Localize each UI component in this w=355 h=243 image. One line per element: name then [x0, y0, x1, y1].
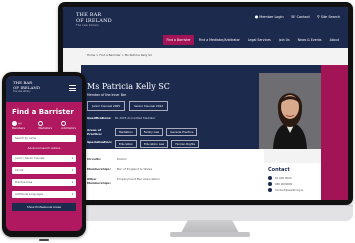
details-label: Other Memberships:: [87, 177, 111, 185]
counsel-pills: Junior Counsel 2005 Senior Counsel 2012: [87, 101, 169, 111]
select-label: Circuit: [15, 169, 24, 172]
nav-find-barrister[interactable]: Find a Barrister: [163, 35, 194, 45]
logo-sub: The Law Library: [76, 24, 99, 27]
select-languages[interactable]: Additional Languages ▾: [12, 191, 76, 198]
chevron-down-icon: ▾: [71, 181, 73, 184]
info-value: BL 2005 Accredited Mediator: [115, 116, 156, 120]
chevron-down-icon: ▾: [71, 193, 73, 196]
info-row-qualifications: Qualifications: BL 2005 Accredited Media…: [87, 116, 227, 128]
utility-nav: ●Member Login ☏Contact ⚲Site Search: [255, 14, 340, 19]
profile-details: Circuits: Dublin Memberships: Bar of Engla…: [81, 149, 264, 200]
qualification-text: BL 2005 Accredited Mediator: [115, 116, 156, 120]
site-search-link[interactable]: ⚲Site Search: [317, 14, 340, 19]
chevron-down-icon: ▾: [71, 169, 73, 172]
contact-phone-text: 01 000 0000: [275, 176, 292, 180]
info-label: Areas of Practice:: [87, 128, 102, 136]
details-row: Circuits: Dublin: [81, 157, 264, 167]
specialisation-tag[interactable]: Human Rights: [171, 140, 200, 148]
desktop-monitor: THE BAR OF IRELAND The Law Library ●Memb…: [58, 2, 353, 205]
pill-junior-counsel: Junior Counsel 2005: [87, 101, 126, 111]
site-header: THE BAR OF IRELAND The Law Library ●Memb…: [63, 7, 348, 48]
details-row: Other Memberships: Employment Bar Associa…: [81, 177, 264, 187]
select-practice-area[interactable]: Practice Area ▾: [12, 179, 76, 186]
contact-panel: Contact 01 000 0000 086 0000000 Contact@…: [264, 163, 321, 200]
practice-tag[interactable]: General Practice: [166, 128, 198, 136]
monitor-chin: [58, 205, 353, 221]
info-label: Qualifications:: [87, 116, 112, 120]
practice-tag[interactable]: Family Law: [139, 128, 164, 136]
chevron-down-icon: ▾: [71, 157, 73, 160]
nav-find-mediator[interactable]: Find a Mediator/Arbitrator: [196, 35, 243, 45]
mobile-screen: THE BAR OF IRELAND The Law Library Find …: [6, 76, 82, 231]
specialisation-tag[interactable]: Education Law: [139, 140, 169, 148]
nav-legal-services[interactable]: Legal Services: [245, 35, 274, 45]
details-value: Dublin: [117, 157, 127, 161]
search-input[interactable]: Search by name: [12, 135, 76, 142]
nav-about[interactable]: About: [327, 35, 342, 45]
phone-icon: [268, 176, 272, 180]
nav-join-us[interactable]: Join Us: [276, 35, 293, 45]
details-value: Employment Bar Association: [117, 177, 161, 181]
filter-label: Mediators: [38, 126, 53, 130]
info-row-areas: Areas of Practice: Mediation Family Law …: [87, 128, 227, 140]
site-logo[interactable]: THE BAR OF IRELAND The Law Library: [76, 12, 112, 28]
person-icon: ●: [254, 14, 259, 19]
barrister-name: Ms Patricia Kelly SC: [87, 82, 170, 91]
details-label: Circuits:: [87, 157, 102, 161]
search-icon: ⚲: [316, 14, 320, 19]
logo-sub: The Law Library: [13, 90, 31, 94]
advanced-search-toggle[interactable]: Advanced search options: [6, 147, 82, 150]
member-filter: All Members Mediators Arbitrators: [6, 116, 82, 130]
mobile-logo[interactable]: THE BAR OF IRELAND The Law Library: [13, 80, 40, 95]
profile-info: Qualifications: BL 2005 Accredited Media…: [87, 116, 227, 152]
site-search-label: Site Search: [320, 15, 340, 19]
breadcrumb[interactable]: Home > Find a Barrister > Ms Patricia Ke…: [87, 53, 152, 57]
desktop-screen: THE BAR OF IRELAND The Law Library ●Memb…: [63, 7, 348, 200]
specialisation-tag[interactable]: Education: [115, 140, 137, 148]
contact-link[interactable]: ☏Contact: [291, 14, 310, 19]
mobile-phone: THE BAR OF IRELAND The Law Library Find …: [2, 72, 86, 241]
monitor-foot: [170, 232, 250, 237]
info-value: Education Education Law Human Rights: [115, 140, 200, 148]
contact-email[interactable]: Contact@lawlibrary.ie: [264, 187, 321, 193]
search-placeholder: Search by name: [15, 137, 37, 140]
practice-tag[interactable]: Mediation: [115, 128, 137, 136]
contact-title: Contact: [268, 167, 290, 173]
details-row: Memberships: Bar of England & Wales: [81, 167, 264, 177]
nav-news-events[interactable]: News & Events: [295, 35, 325, 45]
main-nav: Find a Barrister Find a Mediator/Arbitra…: [163, 35, 342, 45]
select-circuit[interactable]: Circuit ▾: [12, 167, 76, 174]
contact-label: Contact: [296, 15, 310, 19]
filter-arbitrators[interactable]: Arbitrators: [61, 121, 82, 130]
filter-mediators[interactable]: Mediators: [38, 121, 58, 130]
hamburger-menu-icon[interactable]: [69, 85, 76, 91]
info-value: Mediation Family Law General Practice: [115, 128, 198, 136]
mobile-header: THE BAR OF IRELAND The Law Library: [6, 76, 82, 102]
contact-email-text: Contact@lawlibrary.ie: [275, 188, 304, 192]
details-value: Bar of England & Wales: [117, 167, 153, 171]
select-label: Practice Area: [15, 181, 33, 184]
select-label: Additional Languages: [15, 193, 43, 196]
filter-all-members[interactable]: All Members: [12, 121, 35, 130]
barrister-photo: [259, 73, 321, 149]
select-label: Junior / Senior Counsel: [15, 157, 45, 160]
pill-senior-counsel: Senior Counsel 2012: [129, 101, 169, 111]
member-login-link[interactable]: ●Member Login: [255, 14, 284, 19]
accent-bar: [321, 65, 348, 200]
mobile-page-title: Find a Barrister: [12, 108, 74, 116]
details-label: Memberships:: [87, 167, 111, 171]
email-icon: [268, 188, 272, 192]
member-login-label: Member Login: [259, 15, 284, 19]
info-label: Specialisation:: [87, 140, 112, 144]
phone-icon: ☏: [290, 14, 296, 19]
barrister-role: Member of the Inner Bar: [87, 93, 127, 97]
mobile-icon: [268, 182, 272, 186]
show-professional-areas-button[interactable]: Show Professional Areas: [12, 203, 76, 211]
home-indicator: [39, 239, 49, 241]
select-counsel[interactable]: Junior / Senior Counsel ▾: [12, 155, 76, 162]
contact-mobile-text: 086 0000000: [275, 182, 293, 186]
filter-label: Arbitrators: [61, 126, 77, 130]
